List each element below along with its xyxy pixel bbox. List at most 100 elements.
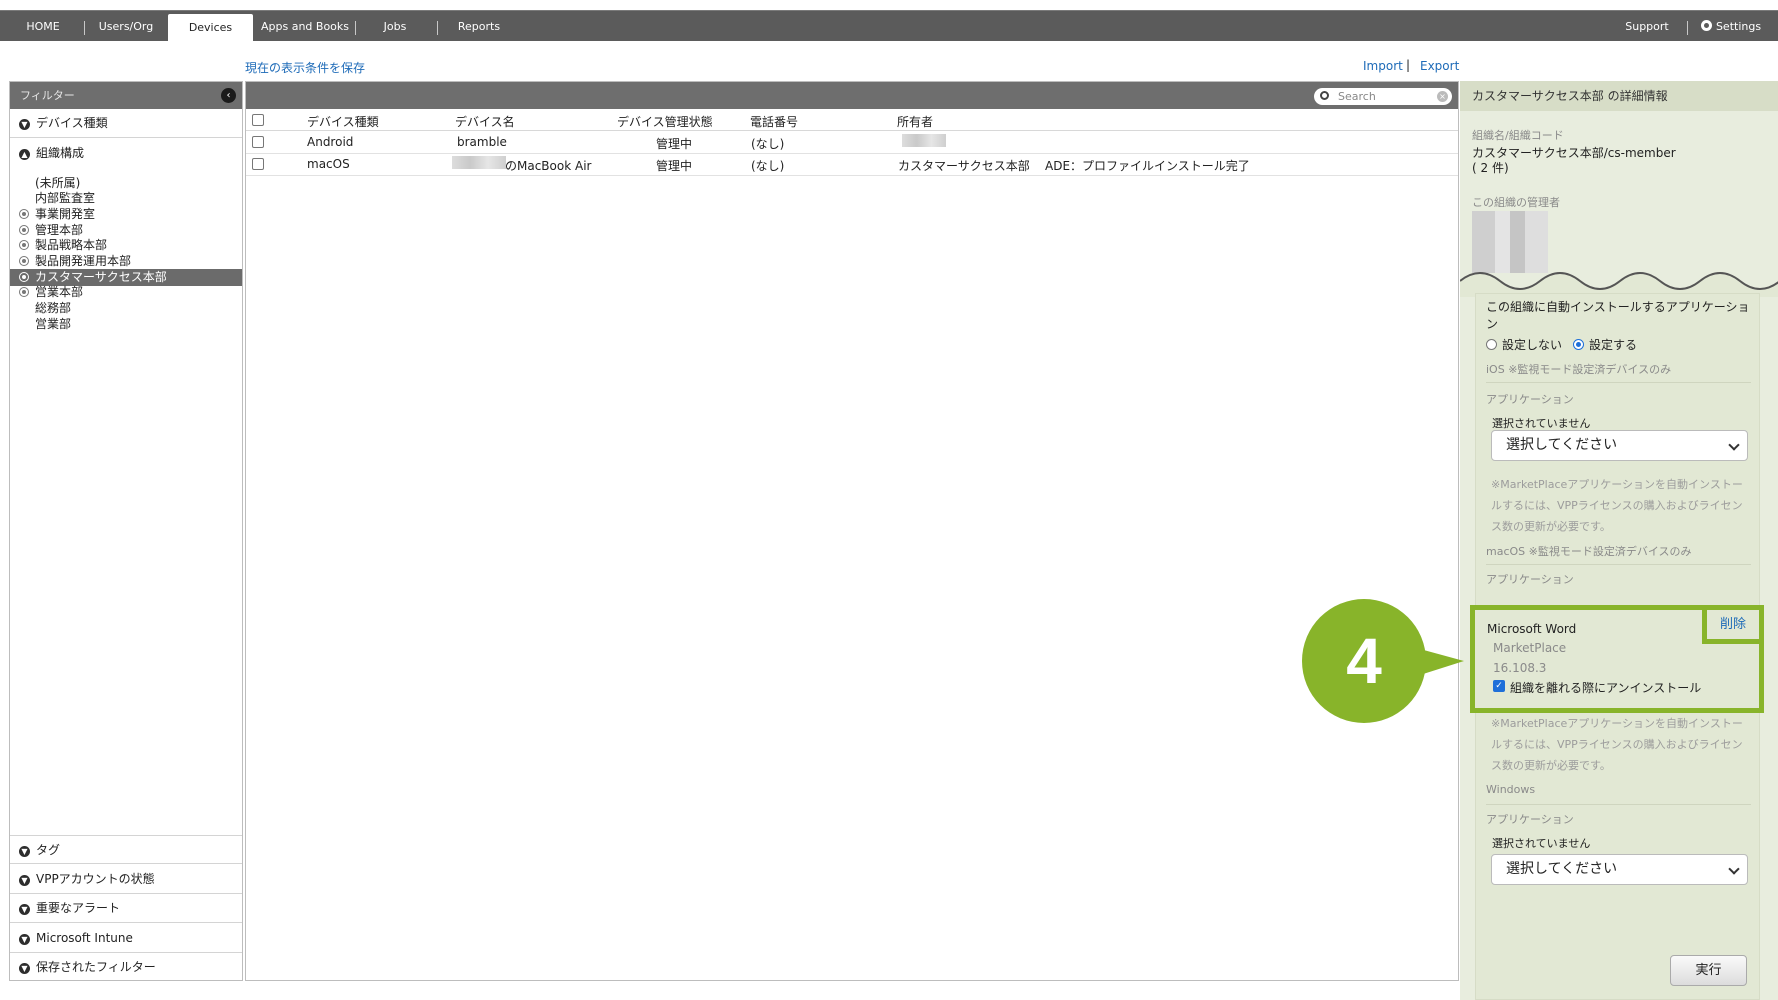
- expand-icon[interactable]: [19, 225, 29, 235]
- macos-vpp-note: ※MarketPlaceアプリケーションを自動インストールするには、VPPライセ…: [1491, 717, 1743, 772]
- filter-section-alerts[interactable]: ▼ 重要なアラート: [10, 894, 242, 923]
- app-source: MarketPlace: [1493, 641, 1567, 655]
- settings-link[interactable]: Settings: [1696, 11, 1766, 42]
- column-device-type[interactable]: デバイス種類: [307, 113, 379, 130]
- column-phone[interactable]: 電話番号: [750, 113, 798, 130]
- cell-device-type: macOS: [307, 157, 350, 171]
- radio-off[interactable]: [1486, 339, 1497, 350]
- divider: [1486, 382, 1751, 383]
- expand-icon[interactable]: [19, 272, 29, 282]
- save-view-link[interactable]: 現在の表示条件を保存: [245, 59, 365, 76]
- column-device-name[interactable]: デバイス名: [455, 113, 515, 130]
- chevron-down-icon: ▼: [19, 846, 30, 857]
- windows-not-selected: 選択されていません: [1492, 837, 1591, 850]
- org-count: ( 2 件): [1472, 161, 1509, 175]
- column-management-status[interactable]: デバイス管理状態: [617, 113, 713, 130]
- windows-label: Windows: [1486, 783, 1536, 796]
- uninstall-checkbox[interactable]: ✓: [1493, 680, 1505, 692]
- detail-title: カスタマーサクセス本部 の詳細情報: [1460, 81, 1778, 111]
- execute-button[interactable]: 実行: [1670, 955, 1747, 986]
- app-name: Microsoft Word: [1487, 622, 1577, 636]
- org-label: 製品開発運用本部: [35, 254, 132, 268]
- cell-phone: (なし): [751, 137, 785, 151]
- tab-apps-and-books[interactable]: Apps and Books: [258, 11, 352, 42]
- radio-off-option[interactable]: 設定しない: [1486, 336, 1562, 353]
- radio-off-label: 設定しない: [1502, 338, 1563, 352]
- org-name-label: 組織名/組織コード: [1472, 129, 1564, 142]
- row-checkbox[interactable]: [252, 158, 264, 170]
- org-item-product-strategy[interactable]: 製品戦略本部: [10, 237, 242, 254]
- delete-button[interactable]: 削除: [1702, 605, 1764, 644]
- section-label: 組織構成: [36, 146, 85, 160]
- column-owner[interactable]: 所有者: [897, 113, 933, 130]
- cell-note: ADE：プロファイルインストール完了: [1045, 159, 1250, 173]
- radio-on-option[interactable]: 設定する: [1573, 336, 1637, 353]
- row-checkbox[interactable]: [252, 136, 264, 148]
- org-item-bizdev[interactable]: 事業開発室: [10, 206, 242, 223]
- org-item-sales[interactable]: 営業部: [10, 316, 242, 333]
- ios-label: iOS ※監視モード設定済デバイスのみ: [1486, 363, 1672, 376]
- expand-icon[interactable]: [19, 240, 29, 250]
- org-item-general-affairs[interactable]: 総務部: [10, 300, 242, 317]
- search-placeholder: Search: [1338, 90, 1376, 103]
- org-item-product-dev[interactable]: 製品開発運用本部: [10, 253, 242, 270]
- filter-section-saved[interactable]: ▼ 保存されたフィルター: [10, 953, 242, 982]
- section-label: デバイス種類: [36, 116, 108, 130]
- tab-home[interactable]: HOME: [10, 11, 76, 42]
- expand-icon[interactable]: [19, 256, 29, 266]
- device-list-panel: Search × デバイス種類 デバイス名 デバイス管理状態 電話番号 所有者 …: [245, 81, 1459, 981]
- tab-users-org[interactable]: Users/Org: [88, 11, 164, 42]
- settings-label: Settings: [1715, 20, 1762, 33]
- divider: [1486, 564, 1751, 565]
- export-link[interactable]: Export: [1420, 59, 1459, 73]
- filter-header: フィルター ‹: [10, 82, 242, 109]
- filter-section-vpp[interactable]: ▼ VPPアカウントの状態: [10, 865, 242, 894]
- nav-separator: [355, 21, 356, 35]
- chevron-down-icon: ▼: [19, 934, 30, 945]
- tab-jobs[interactable]: Jobs: [365, 11, 425, 42]
- section-label: タグ: [36, 843, 61, 857]
- filter-section-intune[interactable]: ▼ Microsoft Intune: [10, 924, 242, 953]
- cell-owner-redacted: [902, 134, 946, 148]
- windows-app-select[interactable]: 選択してください: [1491, 854, 1748, 885]
- chevron-up-icon: ▲: [19, 149, 30, 160]
- filter-section-device-type[interactable]: ▼ デバイス種類: [10, 109, 242, 138]
- search-input[interactable]: Search ×: [1314, 88, 1452, 105]
- step-callout: 4: [1302, 599, 1464, 723]
- org-label: 事業開発室: [35, 207, 96, 221]
- support-link[interactable]: Support: [1616, 11, 1678, 42]
- collapse-left-icon[interactable]: ‹: [221, 88, 236, 103]
- expand-icon[interactable]: [19, 209, 29, 219]
- filter-sidebar: フィルター ‹ ▼ デバイス種類 ▲ 組織構成 (未所属) 内部監査室 事業開発室 …: [9, 81, 243, 981]
- org-item-sales-hq[interactable]: 営業本部: [10, 284, 242, 301]
- cell-status: 管理中: [656, 159, 693, 173]
- filter-section-org[interactable]: ▲ 組織構成: [10, 139, 242, 168]
- ios-not-selected: 選択されていません: [1492, 417, 1591, 430]
- select-all-checkbox[interactable]: [252, 114, 264, 126]
- tab-devices[interactable]: Devices: [168, 14, 253, 45]
- ios-app-select[interactable]: 選択してください: [1491, 430, 1748, 461]
- cell-device-name: bramble: [457, 135, 507, 149]
- import-link[interactable]: Import: [1363, 59, 1403, 73]
- table-row[interactable]: Android bramble 管理中 (なし): [246, 132, 1458, 154]
- macos-app-label: アプリケーション: [1486, 573, 1574, 586]
- radio-on-label: 設定する: [1589, 338, 1638, 352]
- radio-on[interactable]: [1573, 339, 1584, 350]
- expand-icon[interactable]: [19, 287, 29, 297]
- org-label: (未所属): [35, 176, 81, 190]
- section-label: 保存されたフィルター: [36, 960, 156, 974]
- callout-pointer: [1420, 649, 1464, 675]
- table-row[interactable]: macOS のMacBook Air 管理中 (なし) カスタマーサクセス本部 …: [246, 154, 1458, 176]
- auto-install-title: この組織に自動インストールするアプリケーション: [1486, 300, 1750, 331]
- nav-separator: [1687, 21, 1688, 35]
- macos-label: macOS ※監視モード設定済デバイスのみ: [1486, 545, 1692, 558]
- filter-section-tag[interactable]: ▼ タグ: [10, 835, 242, 864]
- clear-icon[interactable]: ×: [1437, 91, 1448, 102]
- callout-number: 4: [1346, 625, 1382, 697]
- tab-reports[interactable]: Reports: [445, 11, 513, 42]
- uninstall-label: 組織を離れる際にアンインストール: [1510, 681, 1702, 695]
- org-label: 営業本部: [35, 285, 84, 299]
- nav-separator: [437, 21, 438, 35]
- org-item-audit[interactable]: 内部監査室: [10, 190, 242, 207]
- chevron-down-icon: ▼: [19, 119, 30, 130]
